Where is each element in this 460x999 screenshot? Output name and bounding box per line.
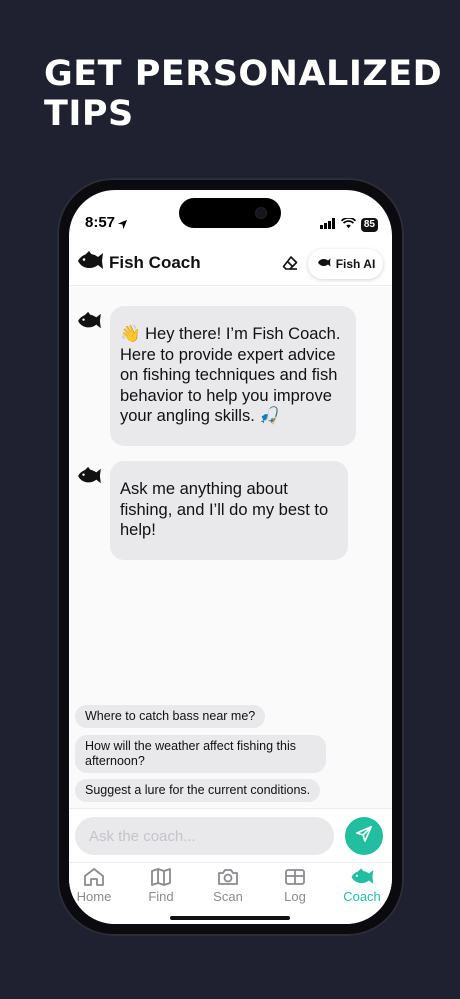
fish-ai-button[interactable]: Fish AI (308, 249, 383, 279)
fish-icon (316, 257, 332, 271)
headline: GET PERSONALIZED TIPS (44, 54, 442, 134)
battery-indicator: 85 (360, 218, 378, 232)
tab-scan[interactable]: Scan (203, 867, 253, 904)
eraser-icon[interactable] (282, 255, 298, 276)
send-icon (355, 825, 373, 848)
camera-icon (203, 867, 253, 887)
log-icon (270, 867, 320, 887)
tab-home[interactable]: Home (69, 867, 119, 904)
message-input[interactable] (75, 817, 334, 855)
signal-icon (319, 216, 336, 234)
headline-line-1: GET PERSONALIZED (44, 54, 443, 94)
suggestion-chip[interactable]: Suggest a lure for the current condition… (75, 779, 321, 802)
tab-bar: Home Find Scan Log Coach (69, 862, 392, 924)
chat-area[interactable]: 👋 Hey there! I’m Fish Coach. Here to pro… (69, 287, 392, 808)
composer (69, 808, 392, 862)
fish-ai-label: Fish AI (335, 257, 376, 271)
tab-label: Scan (213, 889, 243, 904)
coach-avatar-icon (75, 466, 103, 486)
wifi-icon (340, 216, 356, 234)
tab-label: Home (76, 889, 112, 904)
coach-avatar-icon (75, 311, 103, 331)
headline-line-2: TIPS (44, 94, 134, 134)
message-bubble: 👋 Hey there! I’m Fish Coach. Here to pro… (110, 306, 356, 446)
status-time: 8:57 (85, 214, 116, 231)
tab-label: Log (284, 889, 306, 904)
map-icon (136, 867, 186, 887)
suggestion-chip[interactable]: How will the weather affect fishing this… (75, 735, 326, 773)
status-bar: 8:57 85 (69, 214, 392, 234)
tab-find[interactable]: Find (136, 867, 186, 904)
location-arrow-icon (117, 217, 128, 235)
fish-logo-icon (75, 250, 105, 277)
fish-icon (337, 867, 387, 887)
tab-coach[interactable]: Coach (337, 867, 387, 904)
page-title: Fish Coach (109, 253, 201, 272)
home-indicator (170, 916, 290, 920)
send-button[interactable] (345, 817, 383, 855)
suggestion-chip[interactable]: Where to catch bass near me? (75, 705, 266, 728)
home-icon (69, 867, 119, 887)
message-bubble: Ask me anything about fishing, and I’ll … (110, 461, 348, 560)
app-bar: Fish Coach Fish AI (69, 242, 392, 286)
tab-label: Coach (343, 889, 381, 904)
phone-screen: 8:57 85 Fish Coach Fish AI 👋 Hey there! … (69, 190, 392, 924)
tab-label: Find (148, 889, 174, 904)
tab-log[interactable]: Log (270, 867, 320, 904)
